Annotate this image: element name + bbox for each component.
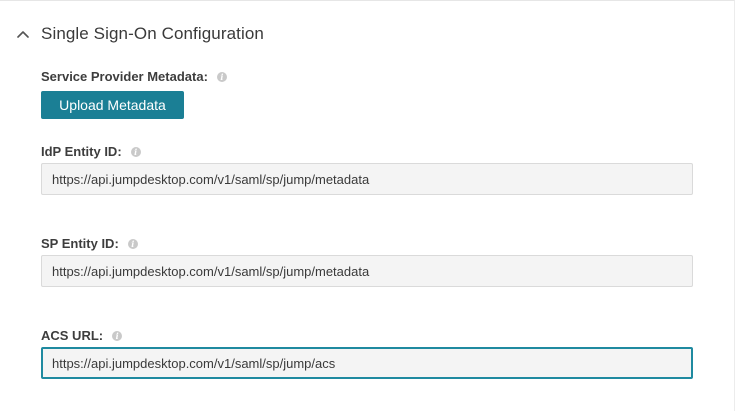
service-provider-metadata-label: Service Provider Metadata: xyxy=(41,69,208,84)
idp-entity-id-label: IdP Entity ID: xyxy=(41,144,122,159)
info-icon[interactable]: i xyxy=(216,71,227,82)
info-icon[interactable]: i xyxy=(130,146,141,157)
sp-entity-id-input[interactable] xyxy=(41,255,693,287)
sp-entity-id-label: SP Entity ID: xyxy=(41,236,119,251)
acs-url-label: ACS URL: xyxy=(41,328,104,343)
acs-url-label-row: ACS URL: i xyxy=(41,328,123,343)
info-icon[interactable]: i xyxy=(112,330,123,341)
section-title: Single Sign-On Configuration xyxy=(41,24,264,43)
service-provider-metadata-label-row: Service Provider Metadata: i xyxy=(41,69,227,84)
info-icon[interactable]: i xyxy=(127,238,138,249)
acs-url-input[interactable] xyxy=(41,347,693,379)
idp-entity-id-label-row: IdP Entity ID: i xyxy=(41,144,141,159)
idp-entity-id-input[interactable] xyxy=(41,163,693,195)
sp-entity-id-label-row: SP Entity ID: i xyxy=(41,236,138,251)
sso-configuration-panel: Single Sign-On Configuration Service Pro… xyxy=(0,0,735,411)
chevron-up-icon[interactable] xyxy=(16,27,30,41)
upload-metadata-button[interactable]: Upload Metadata xyxy=(41,91,184,119)
section-header[interactable]: Single Sign-On Configuration xyxy=(16,21,264,47)
